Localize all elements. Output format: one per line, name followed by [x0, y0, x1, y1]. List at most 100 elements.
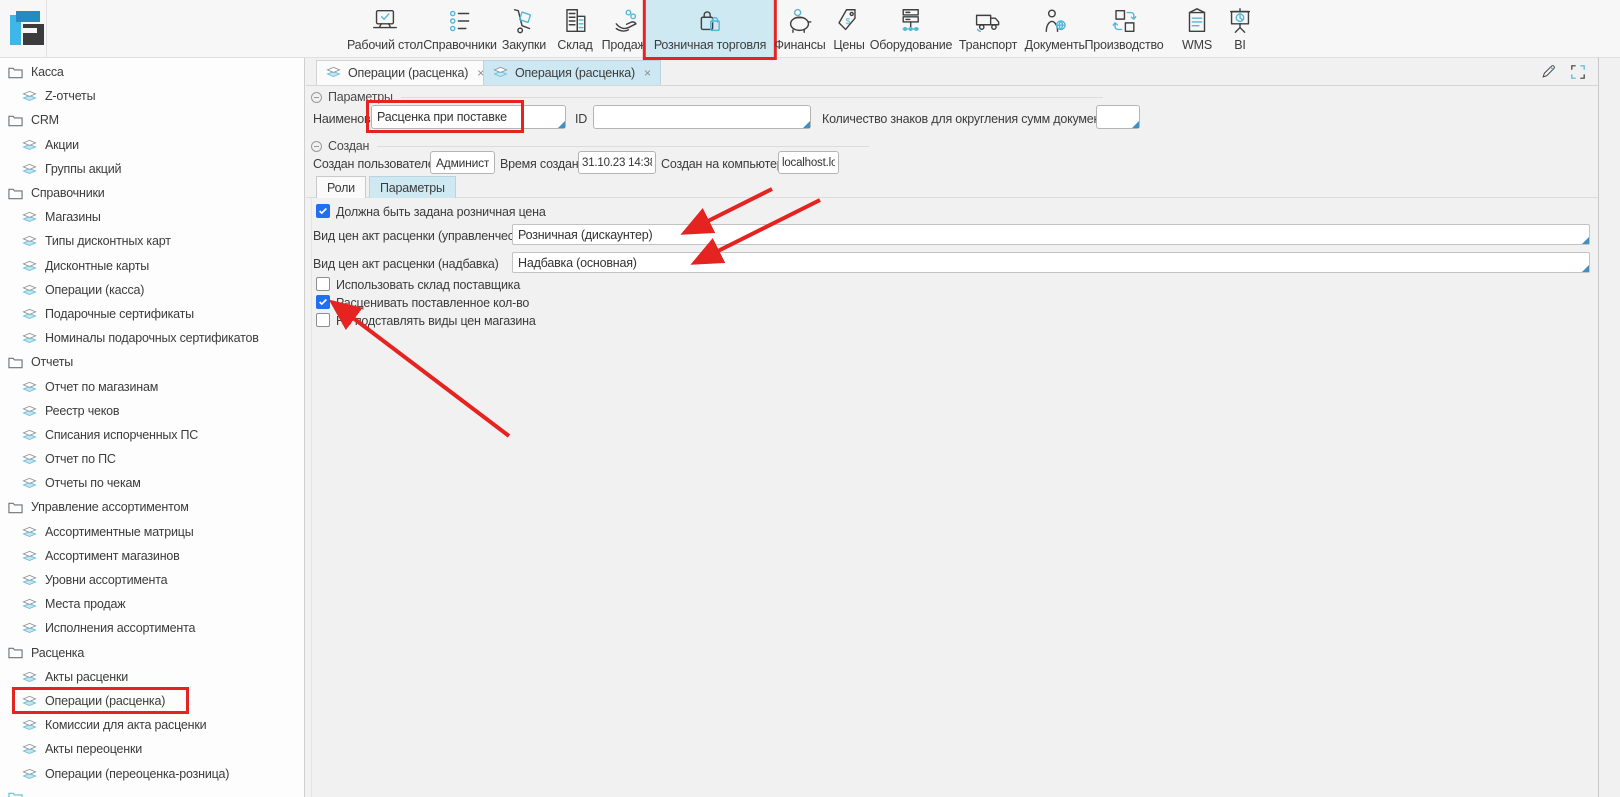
sidebar-item-spisaniya-ps[interactable]: Списания испорченных ПС: [0, 423, 304, 447]
toolbar-item-retail[interactable]: Розничная торговля: [646, 0, 774, 57]
toolbar-item-label: Розничная торговля: [654, 38, 766, 52]
toolbar-item-directories[interactable]: Справочники: [415, 0, 505, 57]
warehouse-icon: [560, 5, 590, 37]
tab-label: Операции (расценка): [348, 66, 468, 80]
directories-icon: [445, 5, 475, 37]
close-icon[interactable]: ×: [644, 66, 651, 80]
sidebar-item-operacii-kassa[interactable]: Операции (касса): [0, 278, 304, 302]
sidebar-folder-crm[interactable]: CRM: [0, 108, 304, 132]
created-time-input[interactable]: [578, 151, 656, 174]
created-computer-input[interactable]: [778, 151, 839, 174]
divider: [46, 0, 47, 57]
sidebar-item-z-otchety[interactable]: Z-отчеты: [0, 84, 304, 108]
maximize-button[interactable]: [1567, 62, 1589, 84]
sidebar-item-gruppy-akcij[interactable]: Группы акций: [0, 157, 304, 181]
toolbar-item-label: Транспорт: [959, 38, 1017, 52]
created-user-label: Создан пользователем: [313, 157, 443, 171]
sidebar-item-mesta-prodazh[interactable]: Места продаж: [0, 592, 304, 616]
use-supplier-warehouse-label: Использовать склад поставщика: [336, 278, 520, 292]
sidebar-folder-partial[interactable]: [0, 786, 304, 797]
sidebar-item-assortiment-magazinov[interactable]: Ассортимент магазинов: [0, 544, 304, 568]
toolbar-item-label: Рабочий стол: [347, 38, 423, 52]
sidebar-item-ispolneniya-assortimenta[interactable]: Исполнения ассортимента: [0, 616, 304, 640]
toolbar-item-wms[interactable]: WMS: [1174, 0, 1220, 57]
sidebar-item-operacii-rascenka[interactable]: Операции (расценка): [0, 689, 304, 713]
sidebar-folder-upravlenie-assortimentom[interactable]: Управление ассортиментом: [0, 495, 304, 519]
svg-text:$: $: [845, 16, 850, 26]
created-user-input[interactable]: [430, 151, 495, 174]
no-store-price-types-checkbox[interactable]: [316, 313, 330, 327]
toolbar-item-equipment[interactable]: Оборудование: [862, 0, 961, 57]
price-supplied-qty-checkbox[interactable]: [316, 295, 330, 309]
purchases-icon: [509, 5, 539, 37]
edit-button[interactable]: [1537, 62, 1559, 84]
sidebar-item-akty-pereocenki[interactable]: Акты переоценки: [0, 737, 304, 761]
id-input[interactable]: [593, 105, 811, 129]
sidebar-item-nominaly-sertifikatov[interactable]: Номиналы подарочных сертификатов: [0, 326, 304, 350]
panel-border: [306, 197, 1598, 198]
sidebar-item-akcii[interactable]: Акции: [0, 133, 304, 157]
use-supplier-warehouse-checkbox[interactable]: [316, 277, 330, 291]
sidebar-item-urovni-assortimenta[interactable]: Уровни ассортимента: [0, 568, 304, 592]
rounding-input[interactable]: [1096, 105, 1140, 129]
tab-operation-rastsenka[interactable]: Операция (расценка) ×: [483, 60, 661, 85]
divider: [1598, 57, 1599, 797]
sidebar-item-operacii-pereocenka-roznica[interactable]: Операции (переоценка-розница): [0, 761, 304, 785]
price-type-markup-input[interactable]: [512, 252, 1590, 273]
folder-icon: [8, 501, 23, 514]
toolbar-item-label: WMS: [1182, 38, 1212, 52]
group-title: Параметры: [328, 90, 393, 104]
group-parameters-header: Параметры: [311, 90, 1103, 104]
sidebar-item-podarochnye-sertifikaty[interactable]: Подарочные сертификаты: [0, 302, 304, 326]
tab-operations-rastsenka[interactable]: Операции (расценка) ×: [316, 60, 494, 85]
sidebar-item-tipy-diskontnyh-kart[interactable]: Типы дисконтных карт: [0, 229, 304, 253]
sidebar-item-diskontnye-karty[interactable]: Дисконтные карты: [0, 254, 304, 278]
divider: [377, 146, 869, 147]
sidebar-folder-rascenka[interactable]: Расценка: [0, 641, 304, 665]
retail-price-required-checkbox[interactable]: [316, 204, 330, 218]
layers-icon: [22, 235, 37, 247]
tab-parameters[interactable]: Параметры: [369, 176, 456, 198]
layers-icon: [22, 622, 37, 634]
sidebar-folder-kassa[interactable]: Касса: [0, 60, 304, 84]
collapse-icon[interactable]: [311, 92, 322, 103]
toolbar-item-label: Оборудование: [870, 38, 953, 52]
collapse-icon[interactable]: [311, 141, 322, 152]
sidebar-item-otchet-po-ps[interactable]: Отчет по ПС: [0, 447, 304, 471]
tab-label: Параметры: [380, 181, 445, 195]
retail-price-required-label: Должна быть задана розничная цена: [336, 205, 546, 219]
sidebar-item-otchety-po-chekam[interactable]: Отчеты по чекам: [0, 471, 304, 495]
rounding-label: Количество знаков для округления сумм до…: [822, 112, 1119, 126]
layers-icon: [22, 695, 37, 707]
sidebar-item-komissii-dlya-akta[interactable]: Комиссии для акта расценки: [0, 713, 304, 737]
sidebar-item-reestr-chekov[interactable]: Реестр чеков: [0, 399, 304, 423]
sidebar-item-assortimentnye-matricy[interactable]: Ассортиментные матрицы: [0, 520, 304, 544]
toolbar-item-label: Цены: [833, 38, 864, 52]
toolbar-item-label: Продажи: [602, 38, 653, 52]
sidebar-item-otchet-po-magazinam[interactable]: Отчет по магазинам: [0, 374, 304, 398]
toolbar-item-production[interactable]: Производство: [1076, 0, 1171, 57]
toolbar-item-finance[interactable]: Финансы: [766, 0, 833, 57]
layers-icon: [22, 429, 37, 441]
app-window: Рабочий стол Справочники Закупки Склад П…: [0, 0, 1620, 797]
folder-icon: [8, 791, 23, 797]
app-logo[interactable]: [10, 11, 44, 45]
desktop-icon: [370, 5, 400, 37]
layers-icon: [22, 163, 37, 175]
bi-icon: [1225, 5, 1255, 37]
layers-icon: [22, 260, 37, 272]
sidebar-item-akty-rascenki[interactable]: Акты расценки: [0, 665, 304, 689]
tab-roles[interactable]: Роли: [316, 176, 366, 198]
toolbar-item-transport[interactable]: Транспорт: [951, 0, 1025, 57]
name-input[interactable]: [371, 105, 566, 129]
toolbar-item-label: BI: [1234, 38, 1245, 52]
documents-icon: [1041, 5, 1071, 37]
toolbar-item-purchases[interactable]: Закупки: [494, 0, 554, 57]
sidebar-item-magaziny[interactable]: Магазины: [0, 205, 304, 229]
toolbar-item-bi[interactable]: BI: [1217, 0, 1263, 57]
price-type-managerial-label: Вид цен акт расценки (управленческий): [313, 229, 537, 243]
toolbar-item-label: Справочники: [423, 38, 497, 52]
sidebar-folder-spravochniki[interactable]: Справочники: [0, 181, 304, 205]
price-type-managerial-input[interactable]: [512, 224, 1590, 245]
sidebar-folder-otchety[interactable]: Отчеты: [0, 350, 304, 374]
